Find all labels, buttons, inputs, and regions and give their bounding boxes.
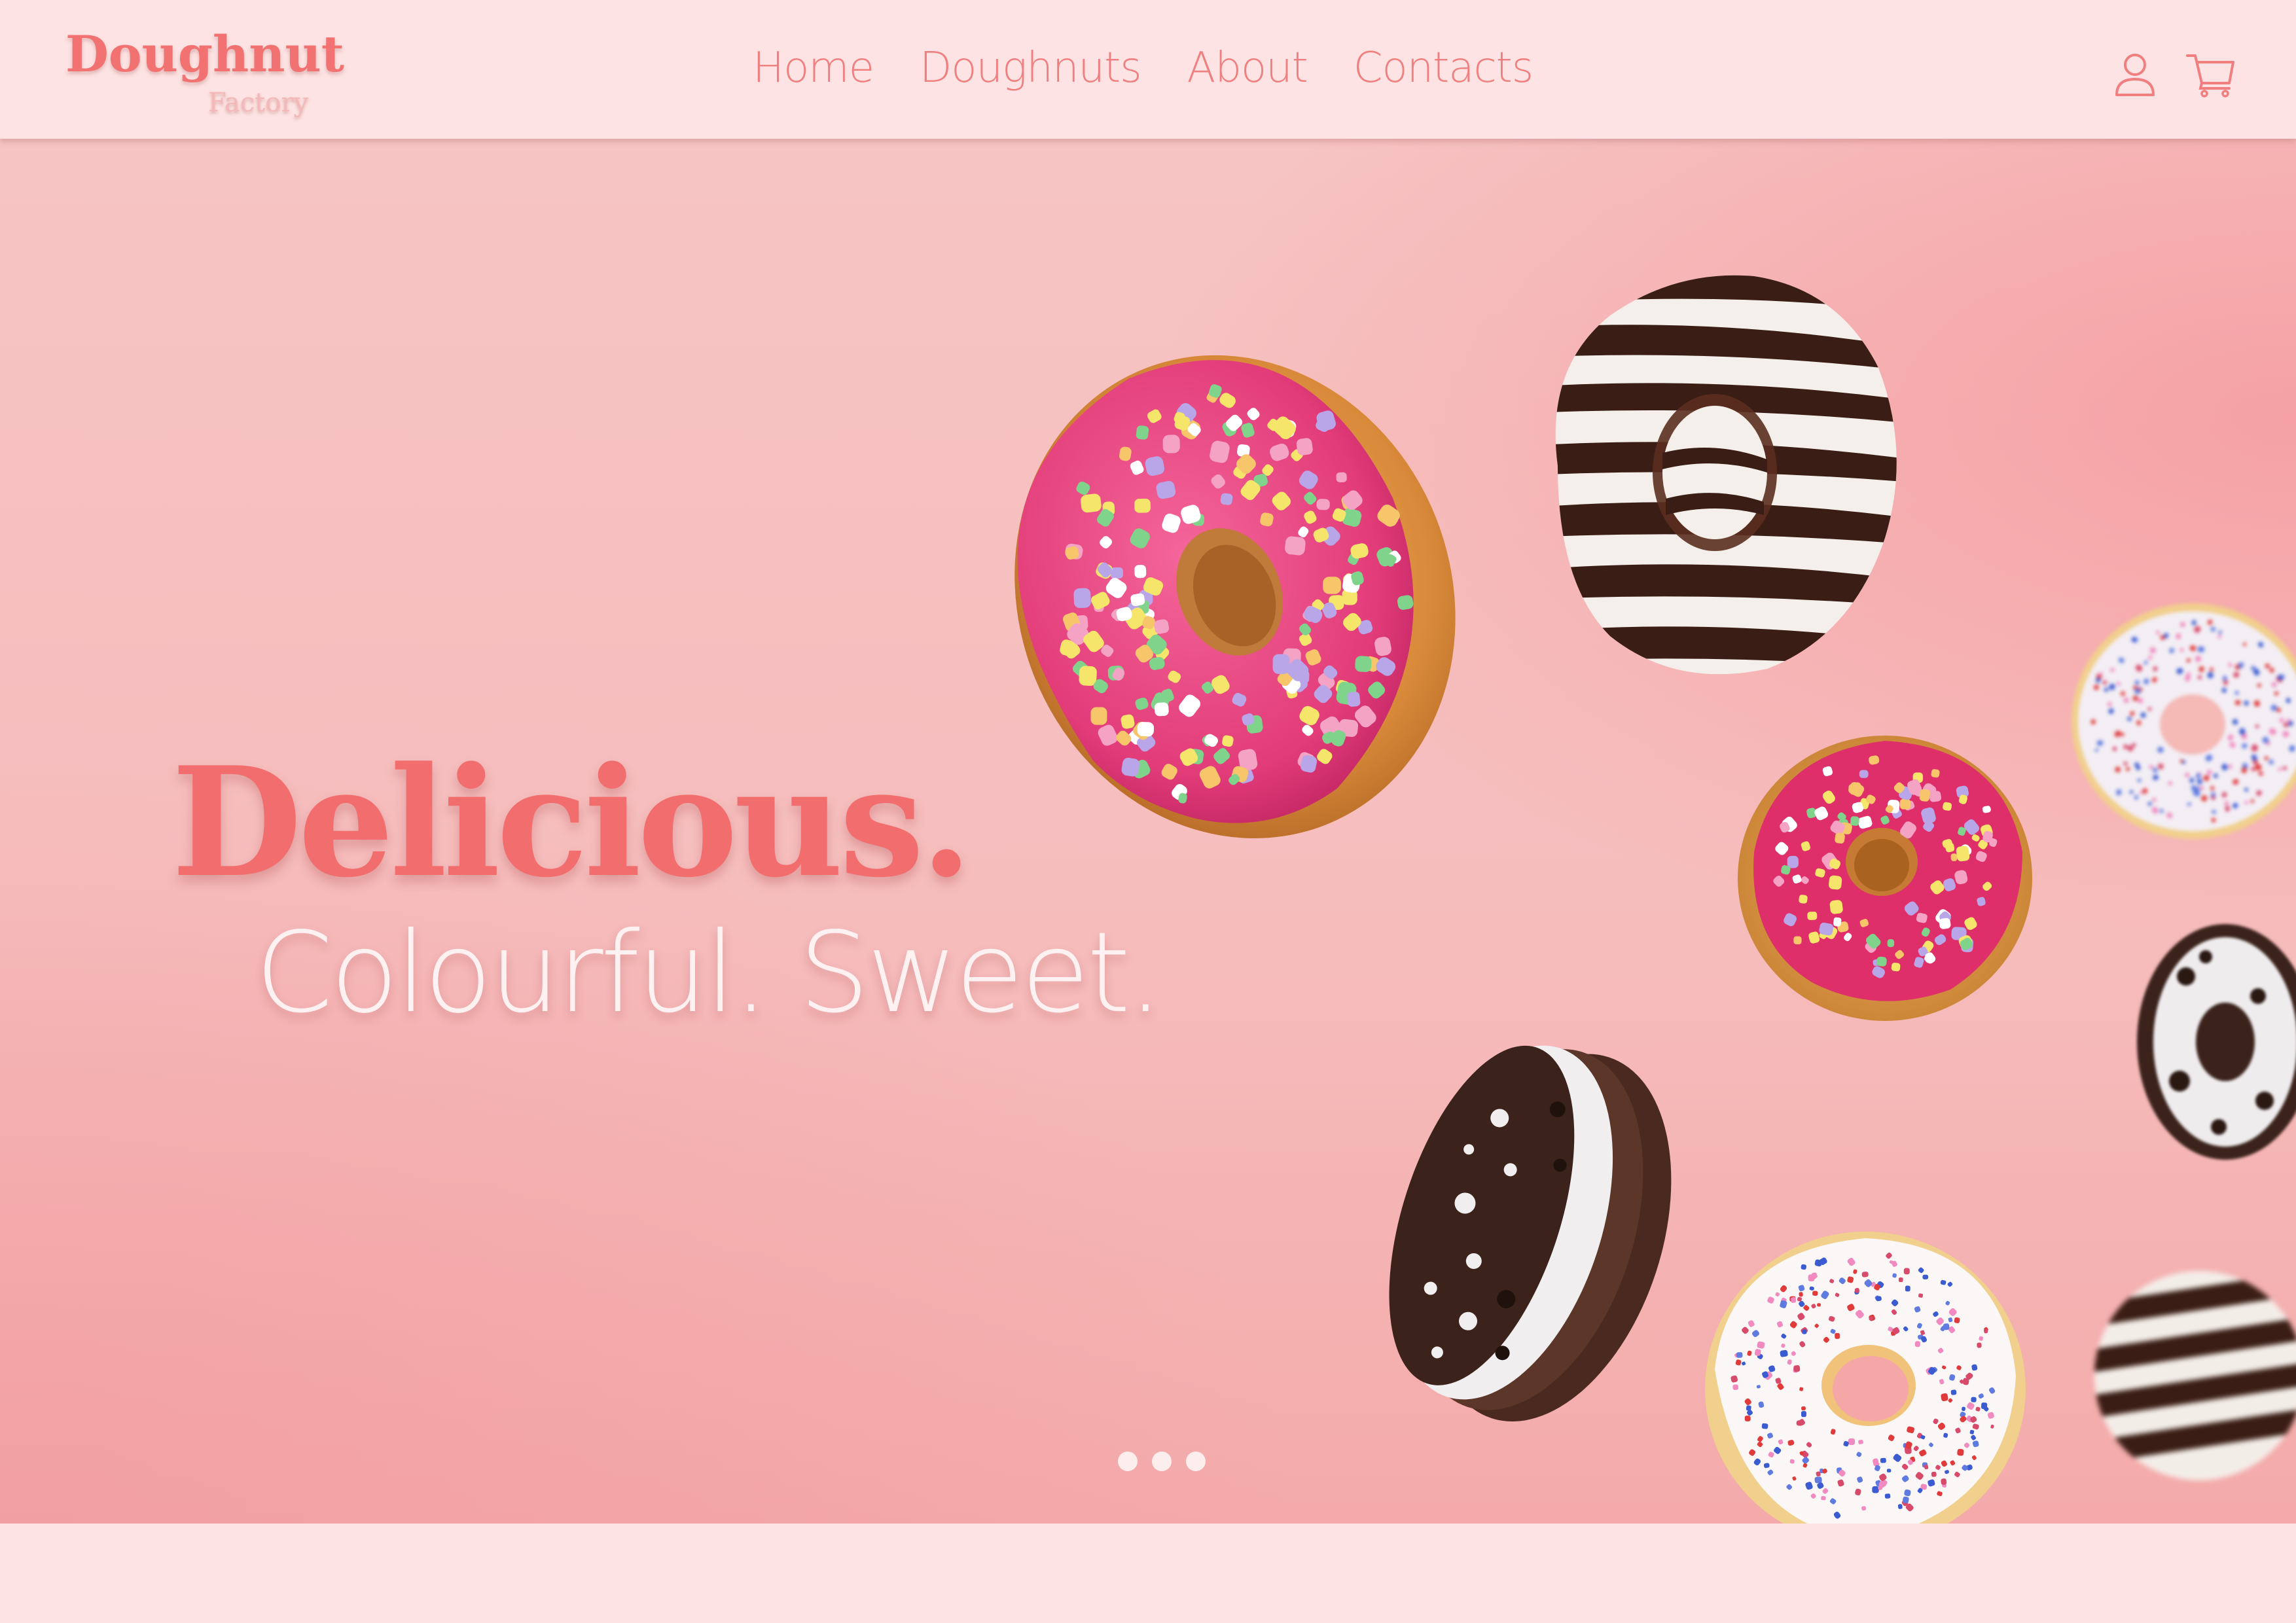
logo-tagline: Factory [208, 88, 309, 118]
zebra-striped-doughnut-image [1518, 257, 1911, 688]
blurred-sprinkle-doughnut-image [2068, 597, 2296, 846]
main-nav: Home Doughnuts About Contacts [753, 47, 1534, 89]
logo[interactable]: Doughnut Factory [65, 25, 344, 123]
carousel-dot-2[interactable] [1152, 1452, 1172, 1471]
pink-sprinkle-doughnut-small-image [1734, 728, 2036, 1029]
hero-banner: Delicious. Colourful. Sweet. [0, 139, 2296, 1524]
white-sprinkle-doughnut-image [1702, 1225, 2029, 1524]
hero-headline: Delicious. [171, 734, 973, 911]
user-icon[interactable] [2110, 50, 2160, 99]
hero-subheadline: Colourful. Sweet. [255, 908, 1163, 1038]
carousel-pagination [1118, 1452, 1206, 1471]
header-actions [2110, 50, 2236, 99]
nav-about[interactable]: About [1187, 47, 1308, 89]
nav-doughnuts[interactable]: Doughnuts [920, 47, 1142, 89]
blurred-zebra-doughnut-image [2091, 1264, 2296, 1487]
carousel-dot-3[interactable] [1186, 1452, 1206, 1471]
pink-sprinkle-doughnut-image [982, 335, 1456, 859]
page: Doughnut Factory Home Doughnuts About Co… [0, 0, 2296, 1623]
cart-icon[interactable] [2186, 50, 2236, 99]
logo-wordmark: Doughnut [65, 25, 344, 83]
blurred-cookies-doughnut-image [2127, 918, 2296, 1166]
nav-home[interactable]: Home [753, 47, 874, 89]
nav-contacts[interactable]: Contacts [1354, 47, 1534, 89]
cookies-and-cream-doughnut-image [1388, 1029, 1676, 1435]
carousel-dot-1[interactable] [1118, 1452, 1138, 1471]
next-section-strip [0, 1524, 2296, 1623]
site-header: Doughnut Factory Home Doughnuts About Co… [0, 0, 2296, 139]
